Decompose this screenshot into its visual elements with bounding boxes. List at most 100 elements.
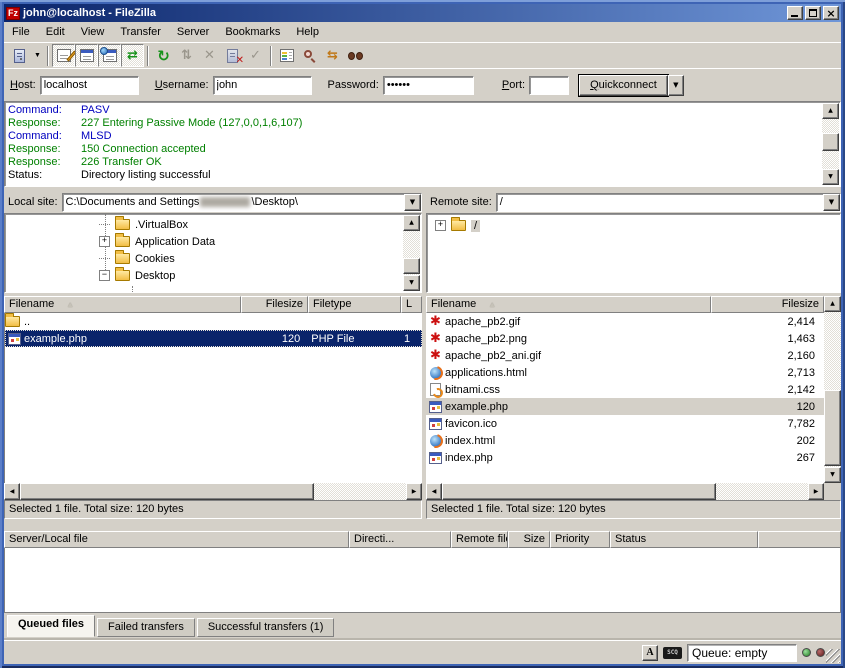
tab-failed-transfers[interactable]: Failed transfers — [97, 618, 195, 637]
minimize-button[interactable] — [787, 6, 803, 20]
remote-list-header: Filename▲ Filesize — [426, 296, 841, 313]
scroll-down-icon[interactable]: ▼ — [822, 169, 839, 185]
file-row-parent-dir[interactable]: .. — [5, 313, 422, 330]
tab-successful-transfers[interactable]: Successful transfers (1) — [197, 618, 335, 637]
find-files-icon[interactable] — [344, 44, 367, 67]
combo-dropdown-icon[interactable]: ▼ — [404, 194, 421, 211]
queue-column-direction[interactable]: Directi... — [349, 531, 451, 548]
column-header-filetype[interactable]: Filetype — [308, 296, 401, 313]
toggle-local-tree-icon[interactable] — [75, 44, 98, 67]
menu-bookmarks[interactable]: Bookmarks — [217, 24, 288, 40]
scroll-right-icon[interactable]: ▶ — [406, 483, 422, 500]
scroll-left-icon[interactable]: ◀ — [426, 483, 442, 500]
resize-grip[interactable] — [826, 649, 840, 663]
queue-column-priority[interactable]: Priority — [550, 531, 610, 548]
refresh-icon[interactable]: ↻ — [152, 44, 175, 67]
file-row[interactable]: index.html202 — [426, 432, 824, 449]
menu-server[interactable]: Server — [169, 24, 217, 40]
tab-queued-files[interactable]: Queued files — [7, 615, 95, 637]
scrollbar-thumb[interactable] — [20, 483, 314, 500]
reconnect-icon[interactable]: ✓ — [244, 44, 267, 67]
file-row[interactable]: index.php267 — [426, 449, 824, 466]
scrollbar-thumb[interactable] — [442, 483, 716, 500]
scroll-up-icon[interactable]: ▲ — [403, 215, 420, 231]
file-row-example-php[interactable]: example.php120 — [426, 398, 824, 415]
tree-item-cookies[interactable]: Cookies — [5, 250, 403, 267]
scrollbar-thumb[interactable] — [822, 133, 839, 151]
file-row-example-php[interactable]: example.php 120 PHP File 1 — [5, 330, 422, 347]
log-scrollbar[interactable]: ▲ ▼ — [822, 103, 839, 185]
scroll-up-icon[interactable]: ▲ — [824, 296, 841, 312]
toggle-transfer-queue-icon[interactable]: ⇄ — [121, 44, 144, 67]
activity-led-red-icon — [816, 648, 825, 657]
scroll-left-icon[interactable]: ◀ — [4, 483, 20, 500]
column-header-filesize[interactable]: Filesize — [241, 296, 308, 313]
file-row[interactable]: favicon.ico7,782 — [426, 415, 824, 432]
disconnect-icon[interactable]: ✕ — [221, 44, 244, 67]
quickconnect-button[interactable]: Quickconnect — [579, 75, 668, 96]
directory-filters-icon[interactable] — [275, 44, 298, 67]
scroll-up-icon[interactable]: ▲ — [822, 103, 839, 119]
ico-file-icon — [429, 418, 442, 430]
log-line: Status:Directory listing successful — [5, 169, 822, 182]
remote-list-hscrollbar[interactable]: ◀ ▶ — [426, 483, 824, 500]
scrollbar-thumb[interactable] — [824, 390, 841, 466]
scroll-down-icon[interactable]: ▼ — [403, 275, 420, 291]
host-input[interactable] — [40, 76, 139, 95]
scroll-down-icon[interactable]: ▼ — [824, 467, 841, 483]
synchronized-browsing-icon[interactable]: ⇆ — [321, 44, 344, 67]
expand-icon[interactable]: + — [99, 236, 110, 247]
menu-file[interactable]: File — [4, 24, 38, 40]
scroll-right-icon[interactable]: ▶ — [808, 483, 824, 500]
password-input[interactable] — [383, 76, 474, 95]
queue-column-size[interactable]: Size — [508, 531, 550, 548]
site-manager-icon[interactable] — [8, 44, 31, 67]
collapse-icon[interactable]: − — [99, 270, 110, 281]
column-header-filename[interactable]: Filename▲ — [426, 296, 711, 313]
file-row[interactable]: bitnami.css2,142 — [426, 381, 824, 398]
menu-edit[interactable]: Edit — [38, 24, 73, 40]
menu-transfer[interactable]: Transfer — [112, 24, 169, 40]
scrollbar-thumb[interactable] — [403, 258, 420, 274]
site-manager-dropdown-icon[interactable]: ▼ — [31, 44, 44, 67]
tree-item-desktop[interactable]: −Desktop — [5, 267, 403, 284]
menu-help[interactable]: Help — [288, 24, 327, 40]
local-list-hscrollbar[interactable]: ◀ ▶ — [4, 483, 422, 500]
column-header-filesize[interactable]: Filesize — [711, 296, 824, 313]
file-row[interactable]: ✱apache_pb2.gif2,414 — [426, 313, 824, 330]
combo-dropdown-icon[interactable]: ▼ — [823, 194, 840, 211]
file-row[interactable]: applications.html2,713 — [426, 364, 824, 381]
queue-column-remote-file[interactable]: Remote file — [451, 531, 508, 548]
file-row[interactable]: ✱apache_pb2_ani.gif2,160 — [426, 347, 824, 364]
message-log: Command:PASV Response:227 Entering Passi… — [4, 101, 841, 187]
process-queue-icon[interactable]: ⇅ — [175, 44, 198, 67]
maximize-button[interactable] — [805, 6, 821, 20]
file-row[interactable]: ✱apache_pb2.png1,463 — [426, 330, 824, 347]
transfer-type-indicator-icon[interactable]: A — [642, 645, 658, 661]
tree-item-application-data[interactable]: +Application Data — [5, 233, 403, 250]
speed-limits-icon[interactable]: SCQ — [663, 647, 682, 659]
transfer-queue-list[interactable] — [4, 548, 841, 613]
toggle-remote-tree-icon[interactable] — [98, 44, 121, 67]
local-tree-scrollbar[interactable]: ▲ ▼ — [403, 215, 420, 291]
queue-column-server-local-file[interactable]: Server/Local file — [4, 531, 349, 548]
local-site-combobox[interactable]: C:\Documents and Settings\Desktop\ ▼ — [62, 193, 422, 212]
toolbar-separator — [147, 46, 149, 66]
tree-item-virtualbox[interactable]: .VirtualBox — [5, 216, 403, 233]
tree-item-root[interactable]: + / — [427, 217, 840, 234]
close-button[interactable]: × — [823, 6, 839, 20]
expand-icon[interactable]: + — [435, 220, 446, 231]
port-input[interactable] — [529, 76, 569, 95]
menu-view[interactable]: View — [73, 24, 113, 40]
remote-list-scrollbar[interactable]: ▲ ▼ — [824, 296, 841, 483]
column-header-last-modified[interactable]: L — [401, 296, 422, 313]
remote-site-combobox[interactable]: / ▼ — [496, 193, 841, 212]
cancel-operation-icon[interactable]: ✕ — [198, 44, 221, 67]
column-header-filename[interactable]: Filename▲ — [4, 296, 241, 313]
quickconnect-dropdown-icon[interactable]: ▼ — [668, 75, 684, 96]
remote-site-bar: Remote site: / ▼ — [426, 192, 841, 212]
queue-column-status[interactable]: Status — [610, 531, 758, 548]
username-input[interactable] — [213, 76, 312, 95]
toggle-message-log-icon[interactable] — [52, 44, 75, 67]
compare-directories-icon[interactable] — [298, 44, 321, 67]
